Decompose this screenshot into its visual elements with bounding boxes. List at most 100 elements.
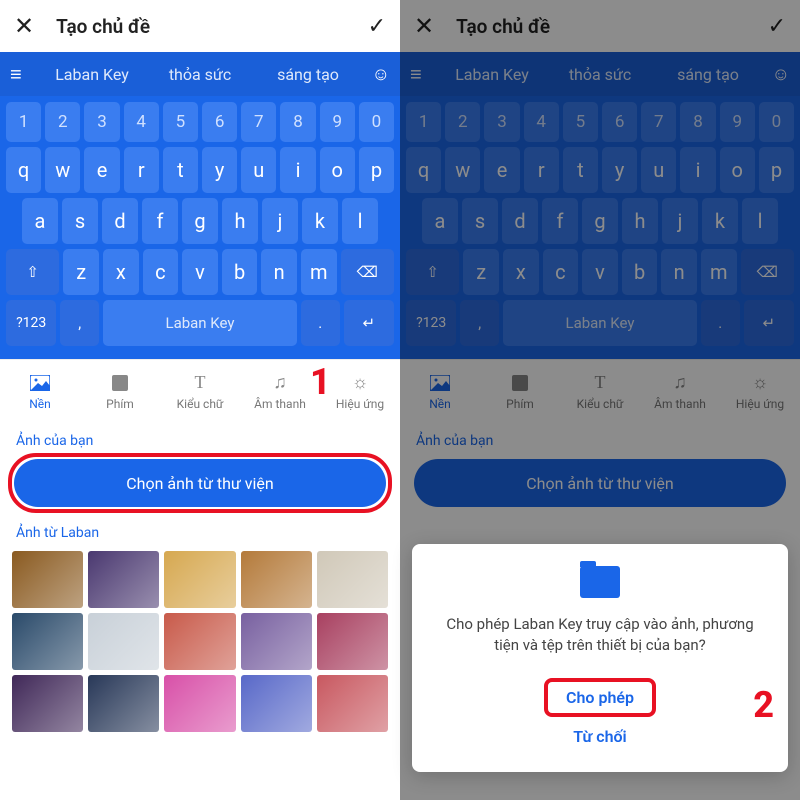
key-s[interactable]: s [62,198,98,244]
key-8[interactable]: 8 [680,102,715,142]
suggestion-1[interactable]: Laban Key [438,65,546,84]
key-p[interactable]: p [359,147,394,193]
key-o[interactable]: o [320,147,355,193]
key-h[interactable]: h [222,198,258,244]
tab-keys[interactable]: Phím [480,373,560,411]
key-5[interactable]: 5 [563,102,598,142]
wallpaper-thumb[interactable] [88,675,159,732]
key-0[interactable]: 0 [759,102,794,142]
key-h[interactable]: h [622,198,658,244]
tab-font[interactable]: T Kiểu chữ [560,373,640,411]
key-7[interactable]: 7 [241,102,276,142]
key-b[interactable]: b [222,249,258,295]
tab-effects[interactable]: ☼ Hiệu ứng [720,373,800,411]
backspace-key[interactable]: ⌫ [741,249,794,295]
wallpaper-thumb[interactable] [88,551,159,608]
key-7[interactable]: 7 [641,102,676,142]
key-m[interactable]: m [301,249,337,295]
key-w[interactable]: w [45,147,80,193]
key-r[interactable]: r [124,147,159,193]
key-6[interactable]: 6 [202,102,237,142]
key-5[interactable]: 5 [163,102,198,142]
key-8[interactable]: 8 [280,102,315,142]
key-9[interactable]: 9 [720,102,755,142]
wallpaper-thumb[interactable] [12,551,83,608]
key-n[interactable]: n [661,249,697,295]
suggestion-2[interactable]: thỏa sức [146,65,254,84]
key-i[interactable]: i [280,147,315,193]
tab-effects[interactable]: ☼ Hiệu ứng 1 [320,373,400,411]
period-key[interactable]: . [701,300,740,346]
wallpaper-thumb[interactable] [88,613,159,670]
key-y[interactable]: y [602,147,637,193]
emoji-icon[interactable]: ☺ [362,64,390,85]
key-4[interactable]: 4 [124,102,159,142]
key-w[interactable]: w [445,147,480,193]
suggestion-1[interactable]: Laban Key [38,65,146,84]
wallpaper-thumb[interactable] [241,551,312,608]
key-v[interactable]: v [582,249,618,295]
key-g[interactable]: g [182,198,218,244]
comma-key[interactable]: , [460,300,499,346]
deny-button[interactable]: Từ chối [434,717,766,756]
key-p[interactable]: p [759,147,794,193]
allow-button[interactable]: Cho phép [544,678,656,717]
key-j[interactable]: j [662,198,698,244]
wallpaper-thumb[interactable] [317,551,388,608]
tab-sound[interactable]: ♫ Âm thanh [240,373,320,411]
period-key[interactable]: . [301,300,340,346]
wallpaper-thumb[interactable] [241,613,312,670]
key-c[interactable]: c [543,249,579,295]
key-b[interactable]: b [622,249,658,295]
key-2[interactable]: 2 [445,102,480,142]
symbols-key[interactable]: ?123 [406,300,456,346]
key-3[interactable]: 3 [484,102,519,142]
key-x[interactable]: x [103,249,139,295]
tab-sound[interactable]: ♫ Âm thanh [640,373,720,411]
wallpaper-thumb[interactable] [241,675,312,732]
key-4[interactable]: 4 [524,102,559,142]
key-c[interactable]: c [143,249,179,295]
wallpaper-thumb[interactable] [317,613,388,670]
wallpaper-thumb[interactable] [164,551,235,608]
key-i[interactable]: i [680,147,715,193]
key-z[interactable]: z [463,249,499,295]
key-l[interactable]: l [742,198,778,244]
key-2[interactable]: 2 [45,102,80,142]
menu-icon[interactable]: ≡ [10,62,38,87]
key-6[interactable]: 6 [602,102,637,142]
key-y[interactable]: y [202,147,237,193]
key-s[interactable]: s [462,198,498,244]
key-k[interactable]: k [302,198,338,244]
wallpaper-thumb[interactable] [317,675,388,732]
key-d[interactable]: d [102,198,138,244]
shift-key[interactable]: ⇧ [406,249,459,295]
key-u[interactable]: u [241,147,276,193]
key-3[interactable]: 3 [84,102,119,142]
wallpaper-thumb[interactable] [12,613,83,670]
key-f[interactable]: f [542,198,578,244]
emoji-icon[interactable]: ☺ [762,64,790,85]
key-f[interactable]: f [142,198,178,244]
wallpaper-thumb[interactable] [164,675,235,732]
confirm-icon[interactable]: ✓ [768,14,786,39]
key-e[interactable]: e [484,147,519,193]
suggestion-3[interactable]: sáng tạo [654,65,762,84]
shift-key[interactable]: ⇧ [6,249,59,295]
key-g[interactable]: g [582,198,618,244]
enter-key[interactable]: ↵ [344,300,394,346]
close-icon[interactable]: ✕ [414,12,434,40]
key-t[interactable]: t [563,147,598,193]
key-k[interactable]: k [702,198,738,244]
key-n[interactable]: n [261,249,297,295]
key-r[interactable]: r [524,147,559,193]
suggestion-3[interactable]: sáng tạo [254,65,362,84]
key-e[interactable]: e [84,147,119,193]
key-v[interactable]: v [182,249,218,295]
close-icon[interactable]: ✕ [14,12,34,40]
key-1[interactable]: 1 [6,102,41,142]
key-9[interactable]: 9 [320,102,355,142]
key-t[interactable]: t [163,147,198,193]
space-key[interactable]: Laban Key [503,300,697,346]
key-m[interactable]: m [701,249,737,295]
